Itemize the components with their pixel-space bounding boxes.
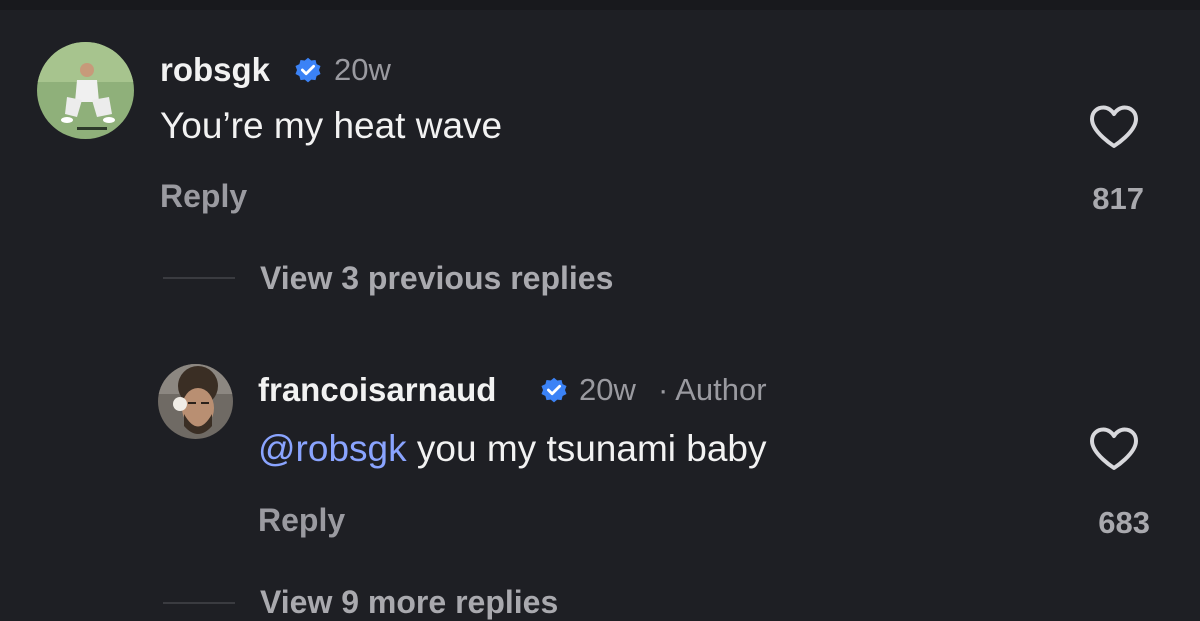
top-divider bbox=[0, 0, 1200, 10]
verified-badge-icon bbox=[541, 377, 567, 403]
view-more-replies-button[interactable]: View 9 more replies bbox=[260, 583, 558, 621]
avatar-francoisarnaud[interactable] bbox=[158, 364, 233, 439]
thread-line bbox=[163, 602, 235, 604]
comment-text: You’re my heat wave bbox=[160, 105, 503, 146]
avatar-image bbox=[37, 42, 134, 139]
reply-text-body: you my tsunami baby bbox=[406, 428, 767, 469]
like-count: 683 bbox=[1098, 505, 1150, 540]
reply-timestamp: 20w bbox=[579, 372, 636, 407]
like-heart-icon[interactable] bbox=[1088, 426, 1140, 472]
view-previous-replies-button[interactable]: View 3 previous replies bbox=[260, 259, 613, 297]
reply-username[interactable]: francoisarnaud bbox=[258, 370, 496, 410]
mention-link[interactable]: @robsgk bbox=[258, 428, 407, 469]
comments-screen: robsgk 20w You’re my heat wave Reply 817… bbox=[0, 0, 1200, 621]
avatar-image bbox=[158, 364, 233, 439]
avatar-robsgk[interactable] bbox=[37, 42, 134, 139]
reply-text: @robsgk you my tsunami baby bbox=[258, 427, 767, 471]
thread-line bbox=[163, 277, 235, 279]
author-tag: · Author bbox=[658, 372, 767, 407]
comment-username[interactable]: robsgk bbox=[160, 50, 270, 90]
comment-timestamp: 20w bbox=[334, 52, 391, 87]
verified-badge-icon bbox=[295, 57, 321, 83]
like-count: 817 bbox=[1092, 181, 1144, 216]
like-heart-icon[interactable] bbox=[1088, 104, 1140, 150]
reply-button[interactable]: Reply bbox=[160, 177, 247, 215]
reply-button[interactable]: Reply bbox=[258, 501, 345, 539]
